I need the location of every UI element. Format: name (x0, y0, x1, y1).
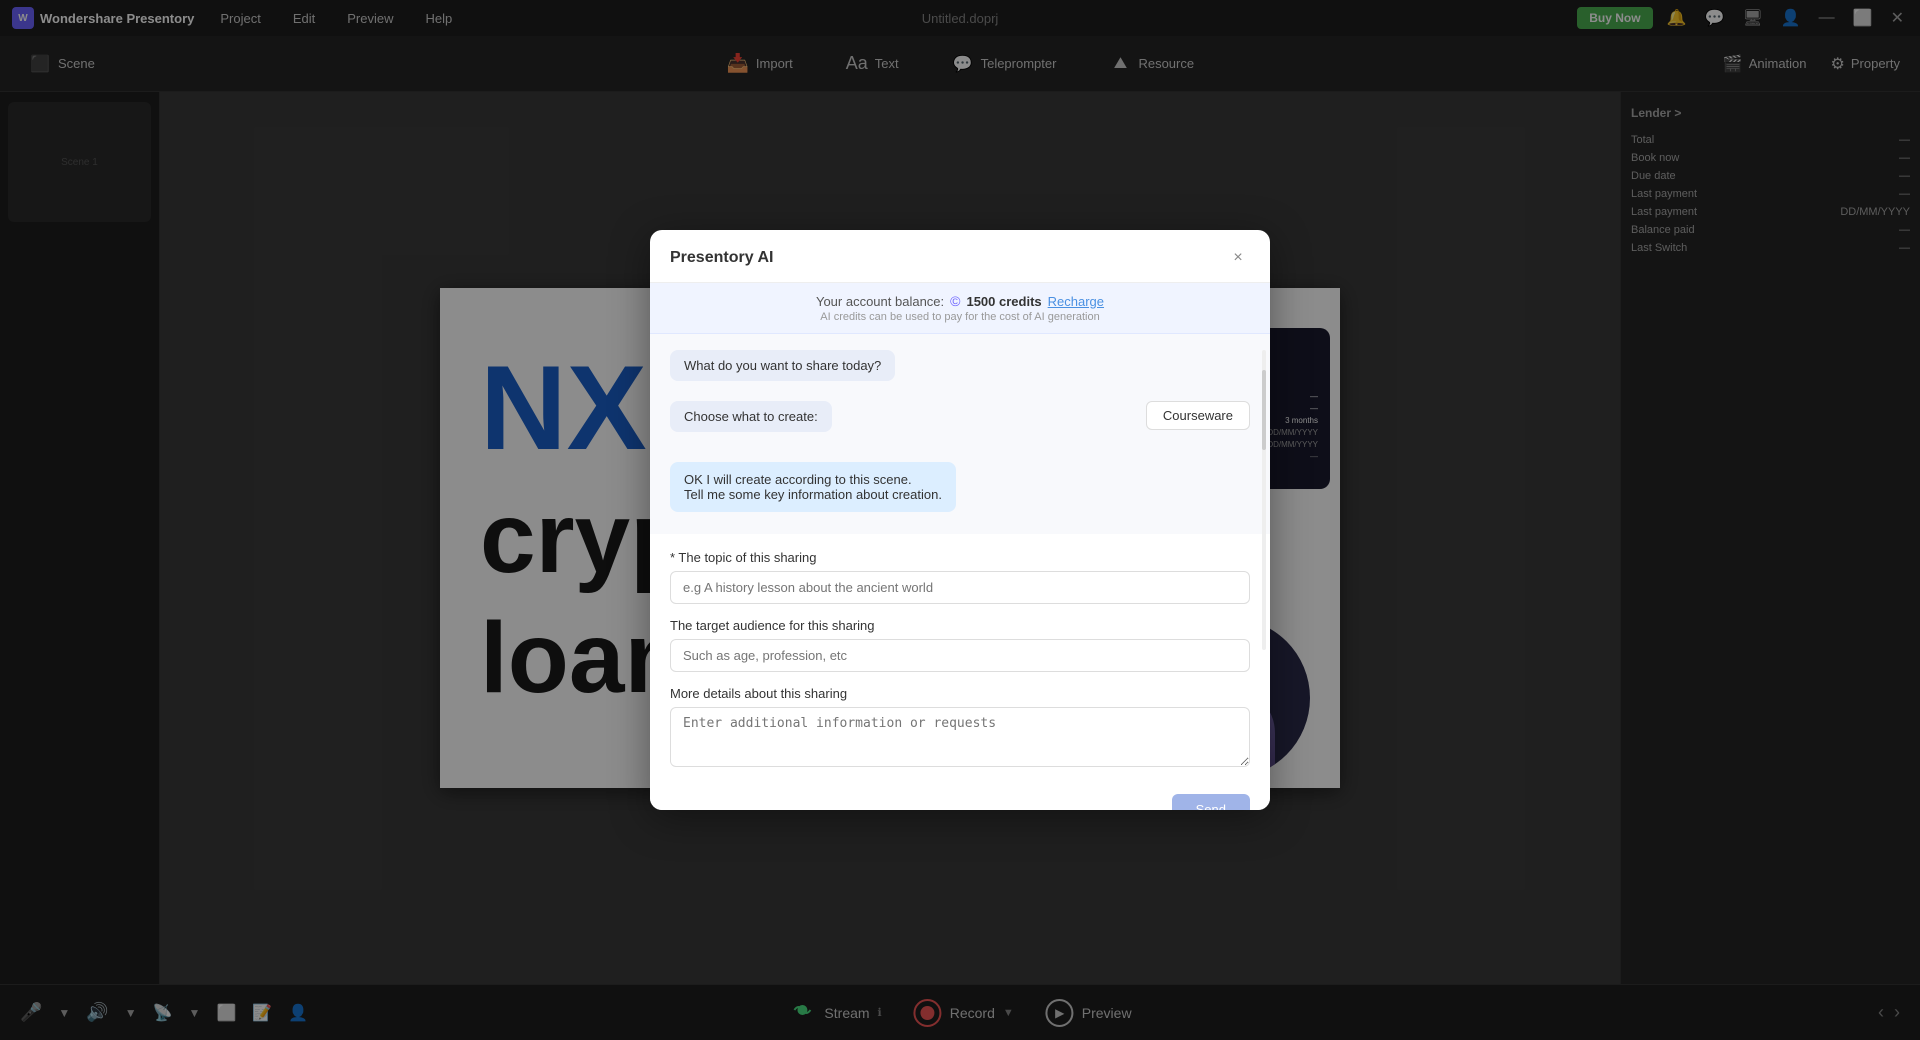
credits-text: Your account balance: © 1500 credits Rec… (670, 293, 1250, 309)
topic-input[interactable] (670, 571, 1250, 604)
chat-question-2-block: Choose what to create: Courseware (670, 401, 1250, 442)
recharge-link[interactable]: Recharge (1048, 294, 1104, 309)
modal-title: Presentory AI (670, 249, 773, 267)
chat-question-1: What do you want to share today? (670, 350, 895, 381)
modal-overlay: Presentory AI × Your account balance: © … (0, 0, 1920, 1040)
chat-response-line2: Tell me some key information about creat… (684, 487, 942, 502)
credits-label: Your account balance: (816, 294, 944, 309)
credits-icon: © (950, 293, 960, 309)
modal-scrollbar-thumb (1262, 370, 1266, 450)
credits-amount: 1500 credits (966, 294, 1041, 309)
chat-response: OK I will create according to this scene… (670, 462, 956, 512)
audience-input[interactable] (670, 639, 1250, 672)
modal-scrollbar[interactable] (1262, 350, 1266, 650)
modal-form: * The topic of this sharing The target a… (650, 534, 1270, 810)
chat-response-block: OK I will create according to this scene… (670, 452, 1250, 512)
chat-question-1-block: What do you want to share today? (670, 350, 1250, 391)
details-group: More details about this sharing (670, 686, 1250, 772)
details-label: More details about this sharing (670, 686, 1250, 701)
form-actions: Send (670, 786, 1250, 810)
topic-label: * The topic of this sharing (670, 550, 1250, 565)
credits-bar: Your account balance: © 1500 credits Rec… (650, 283, 1270, 334)
modal-chat-area: What do you want to share today? Choose … (650, 334, 1270, 534)
credits-sub: AI credits can be used to pay for the co… (670, 311, 1250, 323)
audience-label: The target audience for this sharing (670, 618, 1250, 633)
courseware-button[interactable]: Courseware (1146, 401, 1250, 430)
details-textarea[interactable] (670, 707, 1250, 767)
modal-close-button[interactable]: × (1226, 246, 1250, 270)
modal-header: Presentory AI × (650, 230, 1270, 283)
chat-question-2: Choose what to create: (670, 401, 832, 432)
presentory-ai-modal: Presentory AI × Your account balance: © … (650, 230, 1270, 810)
send-button[interactable]: Send (1172, 794, 1250, 810)
audience-group: The target audience for this sharing (670, 618, 1250, 672)
topic-group: * The topic of this sharing (670, 550, 1250, 604)
chat-response-line1: OK I will create according to this scene… (684, 472, 942, 487)
